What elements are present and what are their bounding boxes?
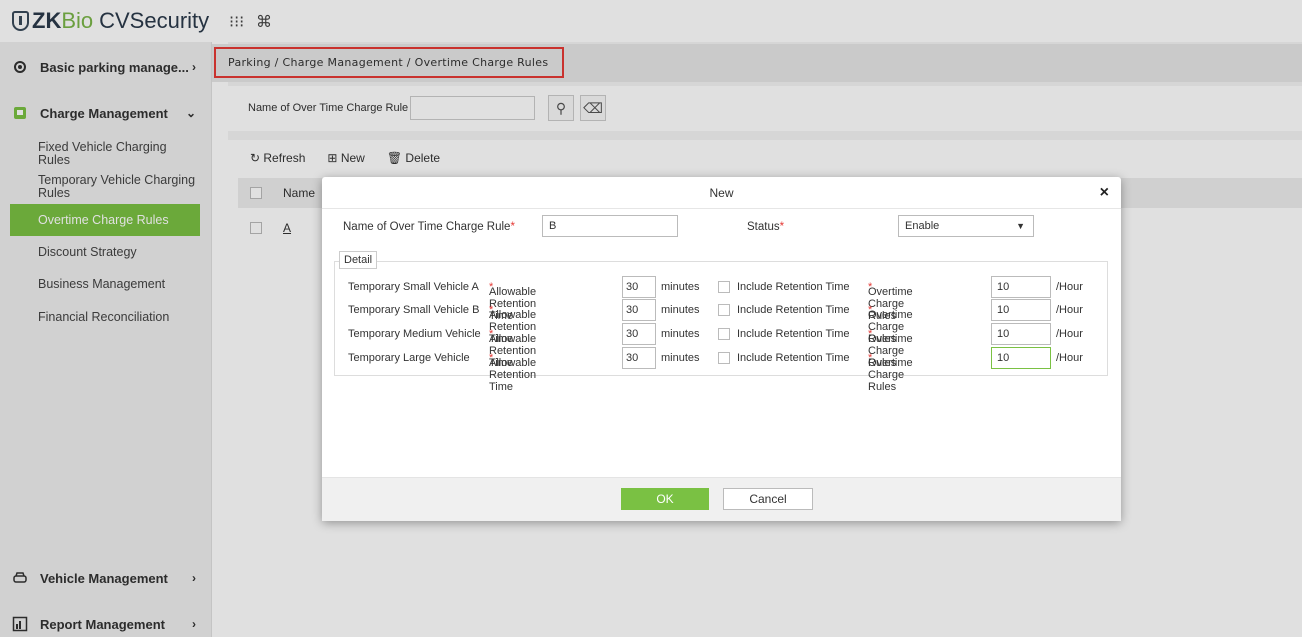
vehicle-type-label: Temporary Small Vehicle A xyxy=(348,281,479,293)
retention-label: Allowable Retention Time * xyxy=(489,328,536,369)
overtime-charge-input[interactable]: 10 xyxy=(991,323,1051,345)
overtime-charge-input[interactable]: 10 xyxy=(991,347,1051,369)
include-retention-checkbox[interactable] xyxy=(718,328,730,340)
include-retention-label: Include Retention Time xyxy=(737,304,850,316)
status-label: Status* xyxy=(747,221,784,233)
overtime-charge-input[interactable]: 10 xyxy=(991,276,1051,298)
include-retention-label: Include Retention Time xyxy=(737,352,850,364)
dialog-title-bar: New × xyxy=(322,177,1121,209)
per-hour-label: /Hour xyxy=(1056,328,1083,340)
include-retention-label: Include Retention Time xyxy=(737,281,850,293)
ok-button[interactable]: OK xyxy=(621,488,709,510)
status-value: Enable xyxy=(905,220,940,232)
minutes-label: minutes xyxy=(661,281,700,293)
cancel-button[interactable]: Cancel xyxy=(723,488,813,510)
vehicle-rule-row: Temporary Medium Vehicle Allowable Reten… xyxy=(348,323,1108,369)
overtime-rules-label-text: Overtime Charge Rules xyxy=(868,357,913,393)
retention-label: Allowable Retention Time * xyxy=(489,352,536,393)
vehicle-rule-row: Temporary Small Vehicle A Allowable Rete… xyxy=(348,276,1108,322)
retention-time-input[interactable]: 30 xyxy=(622,276,656,298)
name-label-text: Name of Over Time Charge Rule xyxy=(343,221,511,233)
name-label: Name of Over Time Charge Rule* xyxy=(343,221,515,233)
include-retention-checkbox[interactable] xyxy=(718,352,730,364)
include-retention-label: Include Retention Time xyxy=(737,328,850,340)
rule-name-input[interactable]: B xyxy=(542,215,678,237)
retention-time-input[interactable]: 30 xyxy=(622,323,656,345)
dialog-title: New xyxy=(709,186,734,200)
vehicle-type-label: Temporary Small Vehicle B xyxy=(348,304,480,316)
per-hour-label: /Hour xyxy=(1056,352,1083,364)
status-select[interactable]: Enable ▼ xyxy=(898,215,1034,237)
vehicle-rule-row: Temporary Small Vehicle B Allowable Rete… xyxy=(348,299,1108,345)
required-mark: * xyxy=(510,221,515,233)
overtime-charge-input[interactable]: 10 xyxy=(991,299,1051,321)
include-retention-checkbox[interactable] xyxy=(718,304,730,316)
caret-down-icon: ▼ xyxy=(1016,221,1025,231)
minutes-label: minutes xyxy=(661,328,700,340)
detail-legend: Detail xyxy=(339,251,378,269)
required-mark: * xyxy=(779,221,785,233)
status-label-text: Status xyxy=(747,221,780,233)
retention-label: Allowable Retention Time * xyxy=(489,304,536,345)
retention-time-input[interactable]: 30 xyxy=(622,299,656,321)
vehicle-rule-row: Temporary Large Vehicle Allowable Retent… xyxy=(348,347,1108,393)
vehicle-type-label: Temporary Large Vehicle xyxy=(348,352,470,364)
overtime-rules-label: Overtime Charge Rules * xyxy=(868,352,913,393)
close-icon[interactable]: × xyxy=(1100,177,1109,209)
minutes-label: minutes xyxy=(661,352,700,364)
new-rule-dialog: New × Name of Over Time Charge Rule* B S… xyxy=(322,177,1121,521)
vehicle-type-label: Temporary Medium Vehicle xyxy=(348,328,481,340)
per-hour-label: /Hour xyxy=(1056,281,1083,293)
dialog-footer: OK Cancel xyxy=(322,477,1121,521)
retention-label: Allowable Retention Time * xyxy=(489,281,536,322)
include-retention-checkbox[interactable] xyxy=(718,281,730,293)
minutes-label: minutes xyxy=(661,304,700,316)
retention-time-input[interactable]: 30 xyxy=(622,347,656,369)
retention-label-text: Allowable Retention Time xyxy=(489,357,537,393)
per-hour-label: /Hour xyxy=(1056,304,1083,316)
overtime-rules-label: Overtime Charge Rules * xyxy=(868,304,913,345)
overtime-rules-label: Overtime Charge Rules * xyxy=(868,281,913,322)
overtime-rules-label: Overtime Charge Rules * xyxy=(868,328,913,369)
